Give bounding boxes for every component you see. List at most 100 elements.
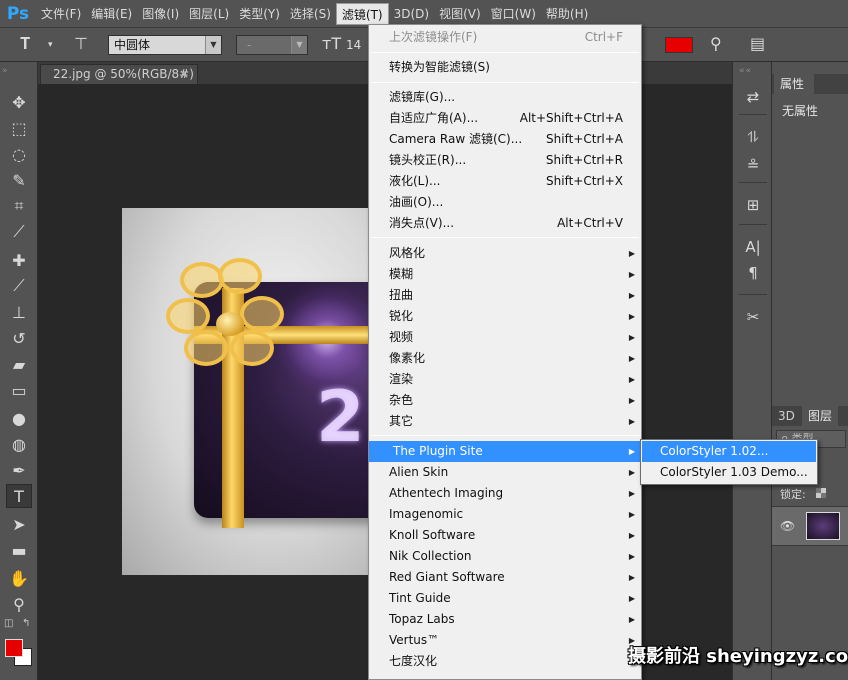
document-image[interactable]: 2: [122, 208, 376, 575]
menu-item-filter-category[interactable]: 扭曲 ▶: [369, 285, 641, 306]
menu-item-filter[interactable]: 镜头校正(R)... Shift+Ctrl+R: [369, 150, 641, 171]
menu-edit[interactable]: 编辑(E): [86, 3, 137, 25]
eye-icon[interactable]: 👁: [780, 519, 795, 533]
menu-file[interactable]: 文件(F): [36, 3, 86, 25]
pen-icon[interactable]: ✒: [6, 458, 32, 482]
text-tool-icon[interactable]: T: [6, 484, 32, 508]
menu-item-label: Knoll Software: [389, 528, 476, 542]
marquee-tool-icon[interactable]: ⬚: [6, 116, 32, 140]
menu-item-filter-category[interactable]: 其它 ▶: [369, 411, 641, 432]
menu-item-plugin[interactable]: Imagenomic ▶: [369, 504, 641, 525]
hand-icon[interactable]: ✋: [6, 566, 32, 590]
stamp-icon[interactable]: ⊥: [6, 300, 32, 324]
menu-filter[interactable]: 滤镜(T): [335, 2, 389, 25]
menu-separator: [371, 52, 639, 53]
blur-icon[interactable]: ●: [6, 406, 32, 430]
history-brush-icon[interactable]: ↺: [6, 326, 32, 350]
menu-item-filter[interactable]: 液化(L)... Shift+Ctrl+X: [369, 171, 641, 192]
layer-row[interactable]: 👁: [772, 506, 848, 546]
swap-colors-icon[interactable]: ↰: [22, 618, 30, 629]
menu-3d[interactable]: 3D(D): [389, 3, 434, 25]
zoom-icon[interactable]: ⚲: [6, 592, 32, 616]
menu-item-filter[interactable]: Camera Raw 滤镜(C)... Shift+Ctrl+A: [369, 129, 641, 150]
clone-source-icon[interactable]: ⊞: [742, 194, 764, 216]
menu-item-filter[interactable]: 消失点(V)... Alt+Ctrl+V: [369, 213, 641, 234]
tools-panel: » ✥ ⬚ ◌ ✎ ⌗ ⟋ ✚ ⟋ ⊥ ↺ ▰ ▭ ● ◍ ✒ T ➤ ▬ ✋ …: [0, 62, 38, 680]
menu-item-plugin[interactable]: Topaz Labs ▶: [369, 609, 641, 630]
warp-text-icon[interactable]: ⚲: [710, 34, 722, 53]
tool-presets-icon[interactable]: ✂: [742, 306, 764, 328]
menu-item-filter[interactable]: 滤镜库(G)...: [369, 87, 641, 108]
menu-item-plugin[interactable]: Knoll Software ▶: [369, 525, 641, 546]
lock-transparent-icon[interactable]: [816, 488, 826, 498]
tab-layers[interactable]: 图层: [802, 406, 839, 426]
layer-thumbnail: [806, 512, 840, 540]
menu-item-label: 自适应广角(A)...: [389, 111, 479, 125]
menu-item-plugin[interactable]: Tint Guide ▶: [369, 588, 641, 609]
menu-type[interactable]: 类型(Y): [234, 3, 285, 25]
menu-layer[interactable]: 图层(L): [184, 3, 234, 25]
menu-item-filter-category[interactable]: 锐化 ▶: [369, 306, 641, 327]
shape-icon[interactable]: ▬: [6, 538, 32, 562]
menu-view[interactable]: 视图(V): [434, 3, 486, 25]
lasso-tool-icon[interactable]: ◌: [6, 142, 32, 166]
quick-select-icon[interactable]: ✎: [6, 168, 32, 192]
submenu-arrow-icon: ▶: [628, 594, 635, 603]
menu-item-plugin[interactable]: Vertus™ ▶: [369, 630, 641, 651]
menu-item-convert-smart-filter[interactable]: 转换为智能滤镜(S): [369, 57, 641, 78]
menu-item-filter-category[interactable]: 渲染 ▶: [369, 369, 641, 390]
brush-panel-icon[interactable]: ⥮: [742, 126, 764, 148]
menu-item-filter-category[interactable]: 模糊 ▶: [369, 264, 641, 285]
text-color-swatch[interactable]: [665, 37, 693, 53]
menu-item-filter[interactable]: 自适应广角(A)... Alt+Shift+Ctrl+A: [369, 108, 641, 129]
path-select-icon[interactable]: ➤: [6, 512, 32, 536]
text-orientation-icon[interactable]: ⊤: [74, 34, 88, 53]
tab-properties[interactable]: 属性: [774, 74, 814, 94]
menu-image[interactable]: 图像(I): [137, 3, 184, 25]
font-family-select[interactable]: 中圆体 ▼: [108, 35, 222, 55]
history-panel-icon[interactable]: ⇄: [742, 86, 764, 108]
gradient-icon[interactable]: ▭: [6, 378, 32, 402]
dodge-icon[interactable]: ◍: [6, 432, 32, 456]
brush-presets-icon[interactable]: ≗: [742, 154, 764, 176]
document-tab[interactable]: 22.jpg @ 50%(RGB/8#) ×: [40, 64, 198, 84]
eraser-icon[interactable]: ▰: [6, 352, 32, 376]
brush-icon[interactable]: ⟋: [6, 274, 32, 298]
menu-item-plugin[interactable]: 七度汉化: [369, 651, 641, 672]
crop-tool-icon[interactable]: ⌗: [6, 194, 32, 218]
font-size-input[interactable]: 14: [346, 35, 370, 55]
menu-item-filter-category[interactable]: 视频 ▶: [369, 327, 641, 348]
panel-grip-icon[interactable]: ««: [739, 66, 752, 76]
tab-3d[interactable]: 3D: [778, 406, 795, 426]
font-style-select[interactable]: - ▼: [236, 35, 308, 55]
paragraph-panel-icon[interactable]: ¶: [742, 262, 764, 284]
text-tool-preset-icon[interactable]: 𝐓: [20, 34, 30, 54]
character-panel-icon[interactable]: A|: [742, 236, 764, 258]
menu-item-label: 扭曲: [389, 288, 414, 302]
move-tool-icon[interactable]: ✥: [6, 90, 32, 114]
submenu-item-colorstyler[interactable]: ColorStyler 1.02...: [642, 441, 816, 462]
healing-icon[interactable]: ✚: [6, 248, 32, 272]
panel-grip-icon[interactable]: »: [2, 66, 9, 76]
menu-item-filter-category[interactable]: 杂色 ▶: [369, 390, 641, 411]
chevron-down-icon[interactable]: ▾: [48, 40, 53, 50]
menu-window[interactable]: 窗口(W): [486, 3, 541, 25]
eyedropper-icon[interactable]: ⟋: [6, 220, 32, 244]
close-icon[interactable]: ×: [179, 65, 189, 83]
plugin-site-submenu: ColorStyler 1.02... ColorStyler 1.03 Demo…: [640, 439, 818, 485]
character-panel-icon[interactable]: ▤: [750, 34, 765, 53]
menu-item-plugin[interactable]: Nik Collection ▶: [369, 546, 641, 567]
menu-item-plugin[interactable]: Alien Skin ▶: [369, 462, 641, 483]
menu-item-filter[interactable]: 油画(O)...: [369, 192, 641, 213]
default-colors-icon[interactable]: ◫: [4, 618, 13, 629]
submenu-item-colorstyler[interactable]: ColorStyler 1.03 Demo...: [642, 462, 816, 483]
menu-item-plugin[interactable]: The Plugin Site ▶: [369, 441, 641, 462]
menu-select[interactable]: 选择(S): [285, 3, 336, 25]
menu-item-filter-category[interactable]: 像素化 ▶: [369, 348, 641, 369]
menu-item-plugin[interactable]: Athentech Imaging ▶: [369, 483, 641, 504]
menu-item-label: Vertus™: [389, 633, 440, 647]
foreground-color-swatch[interactable]: [5, 639, 23, 657]
menu-item-plugin[interactable]: Red Giant Software ▶: [369, 567, 641, 588]
menu-help[interactable]: 帮助(H): [541, 3, 593, 25]
menu-item-filter-category[interactable]: 风格化 ▶: [369, 243, 641, 264]
